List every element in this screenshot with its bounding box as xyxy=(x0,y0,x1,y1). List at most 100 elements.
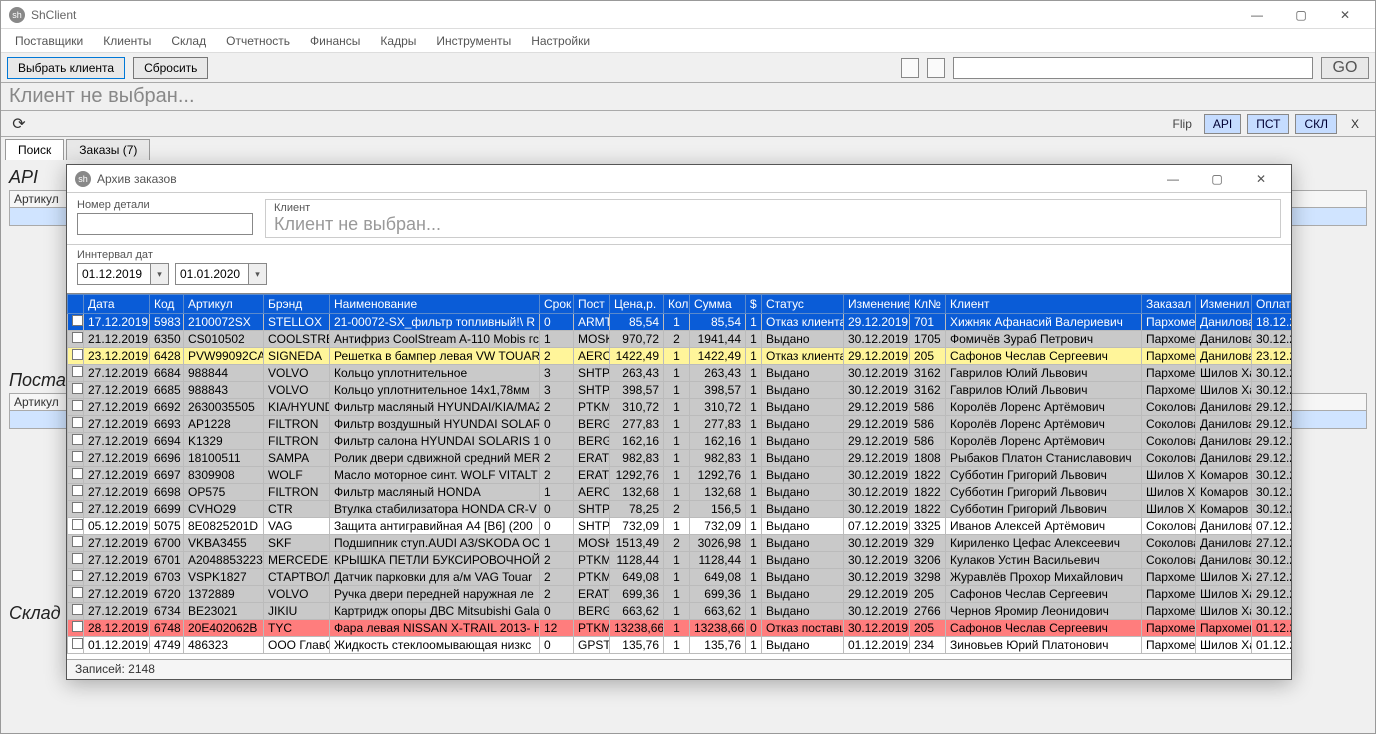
table-row[interactable]: 17.12.201959832100072SXSTELLOX21-00072-S… xyxy=(68,314,1292,331)
toggle-box-1[interactable] xyxy=(901,58,919,78)
row-checkbox[interactable] xyxy=(68,331,84,348)
row-checkbox[interactable] xyxy=(68,382,84,399)
cell: 1 xyxy=(746,484,762,501)
grid-col-5[interactable]: Наименование xyxy=(330,295,540,314)
cell: 277,83 xyxy=(610,416,664,433)
table-row[interactable]: 01.12.20194749486323ООО ГлавОпЖидкость с… xyxy=(68,637,1292,654)
x-button[interactable]: X xyxy=(1343,115,1367,133)
menu-clients[interactable]: Клиенты xyxy=(93,30,161,52)
row-checkbox[interactable] xyxy=(68,518,84,535)
row-checkbox[interactable] xyxy=(68,365,84,382)
grid-col-17[interactable]: Изменил xyxy=(1196,295,1252,314)
row-checkbox[interactable] xyxy=(68,450,84,467)
badge-skl[interactable]: СКЛ xyxy=(1295,114,1337,134)
row-checkbox[interactable] xyxy=(68,569,84,586)
table-row[interactable]: 27.12.2019669618100511SAMPAРолик двери с… xyxy=(68,450,1292,467)
grid-col-2[interactable]: Код xyxy=(150,295,184,314)
grid-col-12[interactable]: Статус xyxy=(762,295,844,314)
grid-col-14[interactable]: Кл№ xyxy=(910,295,946,314)
grid-col-4[interactable]: Брэнд xyxy=(264,295,330,314)
row-checkbox[interactable] xyxy=(68,314,84,331)
part-number-input[interactable] xyxy=(77,213,253,235)
menu-warehouse[interactable]: Склад xyxy=(161,30,216,52)
table-row[interactable]: 27.12.201966922630035505KIA/HYUNDAФильтр… xyxy=(68,399,1292,416)
table-row[interactable]: 27.12.201967201372889VOLVOРучка двери пе… xyxy=(68,586,1292,603)
table-row[interactable]: 27.12.20196694K1329FILTRONФильтр салона … xyxy=(68,433,1292,450)
cell: 586 xyxy=(910,416,946,433)
badge-pst[interactable]: ПСТ xyxy=(1247,114,1289,134)
grid-col-11[interactable]: $ xyxy=(746,295,762,314)
table-row[interactable]: 27.12.20196699CVHO29CTRВтулка стабилизат… xyxy=(68,501,1292,518)
date-from-dropdown-icon[interactable]: ▾ xyxy=(151,263,169,285)
grid-container[interactable]: ДатаКодАртикулБрэндНаименованиеСрокПостЦ… xyxy=(67,293,1291,659)
menu-hr[interactable]: Кадры xyxy=(370,30,426,52)
table-row[interactable]: 28.12.2019674820E402062BTYCФара левая NI… xyxy=(68,620,1292,637)
row-checkbox[interactable] xyxy=(68,603,84,620)
flip-label[interactable]: Flip xyxy=(1173,117,1192,131)
minimize-button[interactable]: — xyxy=(1235,1,1279,29)
table-row[interactable]: 23.12.20196428PVW99092CALSIGNEDAРешетка … xyxy=(68,348,1292,365)
table-row[interactable]: 27.12.20196698OP575FILTRONФильтр масляны… xyxy=(68,484,1292,501)
tab-search[interactable]: Поиск xyxy=(5,139,64,160)
table-row[interactable]: 27.12.201966978309908WOLFМасло моторное … xyxy=(68,467,1292,484)
table-row[interactable]: 27.12.20196685988843VOLVOКольцо уплотнит… xyxy=(68,382,1292,399)
refresh-icon[interactable]: ⟳ xyxy=(9,114,29,134)
cell: 6685 xyxy=(150,382,184,399)
menu-tools[interactable]: Инструменты xyxy=(426,30,521,52)
go-button[interactable]: GO xyxy=(1321,57,1369,79)
cell: 3026,98 xyxy=(690,535,746,552)
table-row[interactable]: 27.12.20196700VKBA3455SKFПодшипник ступ.… xyxy=(68,535,1292,552)
grid-col-15[interactable]: Клиент xyxy=(946,295,1142,314)
grid-col-9[interactable]: Кол xyxy=(664,295,690,314)
toggle-box-2[interactable] xyxy=(927,58,945,78)
row-checkbox[interactable] xyxy=(68,552,84,569)
grid-col-3[interactable]: Артикул xyxy=(184,295,264,314)
cell: Отказ клиента xyxy=(762,314,844,331)
select-client-button[interactable]: Выбрать клиента xyxy=(7,57,125,79)
row-checkbox[interactable] xyxy=(68,586,84,603)
row-checkbox[interactable] xyxy=(68,433,84,450)
date-from-input[interactable] xyxy=(77,263,151,285)
row-checkbox[interactable] xyxy=(68,416,84,433)
row-checkbox[interactable] xyxy=(68,637,84,654)
menu-suppliers[interactable]: Поставщики xyxy=(5,30,93,52)
table-row[interactable]: 27.12.20196734BE23021JIKIUКартридж опоры… xyxy=(68,603,1292,620)
cell: Соколова xyxy=(1142,535,1196,552)
dialog-maximize-button[interactable]: ▢ xyxy=(1195,165,1239,193)
close-button[interactable]: ✕ xyxy=(1323,1,1367,29)
row-checkbox[interactable] xyxy=(68,348,84,365)
table-row[interactable]: 05.12.201950758E0825201DVAGЗащита антигр… xyxy=(68,518,1292,535)
date-to-input[interactable] xyxy=(175,263,249,285)
table-row[interactable]: 27.12.20196693AP1228FILTRONФильтр воздуш… xyxy=(68,416,1292,433)
grid-col-0[interactable] xyxy=(68,295,84,314)
grid-col-6[interactable]: Срок xyxy=(540,295,574,314)
menu-finance[interactable]: Финансы xyxy=(300,30,370,52)
row-checkbox[interactable] xyxy=(68,501,84,518)
row-checkbox[interactable] xyxy=(68,535,84,552)
grid-col-7[interactable]: Пост xyxy=(574,295,610,314)
table-row[interactable]: 27.12.20196684988844VOLVOКольцо уплотнит… xyxy=(68,365,1292,382)
row-checkbox[interactable] xyxy=(68,484,84,501)
tab-orders[interactable]: Заказы (7) xyxy=(66,139,150,160)
grid-col-1[interactable]: Дата xyxy=(84,295,150,314)
grid-col-8[interactable]: Цена,р. xyxy=(610,295,664,314)
date-to-dropdown-icon[interactable]: ▾ xyxy=(249,263,267,285)
grid-col-10[interactable]: Сумма xyxy=(690,295,746,314)
row-checkbox[interactable] xyxy=(68,399,84,416)
menu-settings[interactable]: Настройки xyxy=(521,30,600,52)
grid-col-13[interactable]: Изменение xyxy=(844,295,910,314)
grid-col-16[interactable]: Заказал xyxy=(1142,295,1196,314)
maximize-button[interactable]: ▢ xyxy=(1279,1,1323,29)
badge-api[interactable]: API xyxy=(1204,114,1241,134)
dialog-close-button[interactable]: ✕ xyxy=(1239,165,1283,193)
dialog-minimize-button[interactable]: — xyxy=(1151,165,1195,193)
grid-col-18[interactable]: Оплата xyxy=(1252,295,1292,314)
table-row[interactable]: 21.12.20196350CS010502COOLSTREAMАнтифриз… xyxy=(68,331,1292,348)
table-row[interactable]: 27.12.20196703VSPK1827СТАРТВОЛЬТДатчик п… xyxy=(68,569,1292,586)
row-checkbox[interactable] xyxy=(68,467,84,484)
row-checkbox[interactable] xyxy=(68,620,84,637)
search-input[interactable] xyxy=(953,57,1313,79)
reset-button[interactable]: Сбросить xyxy=(133,57,208,79)
menu-reports[interactable]: Отчетность xyxy=(216,30,300,52)
table-row[interactable]: 27.12.20196701A2048853223399MERCEDES-BКР… xyxy=(68,552,1292,569)
